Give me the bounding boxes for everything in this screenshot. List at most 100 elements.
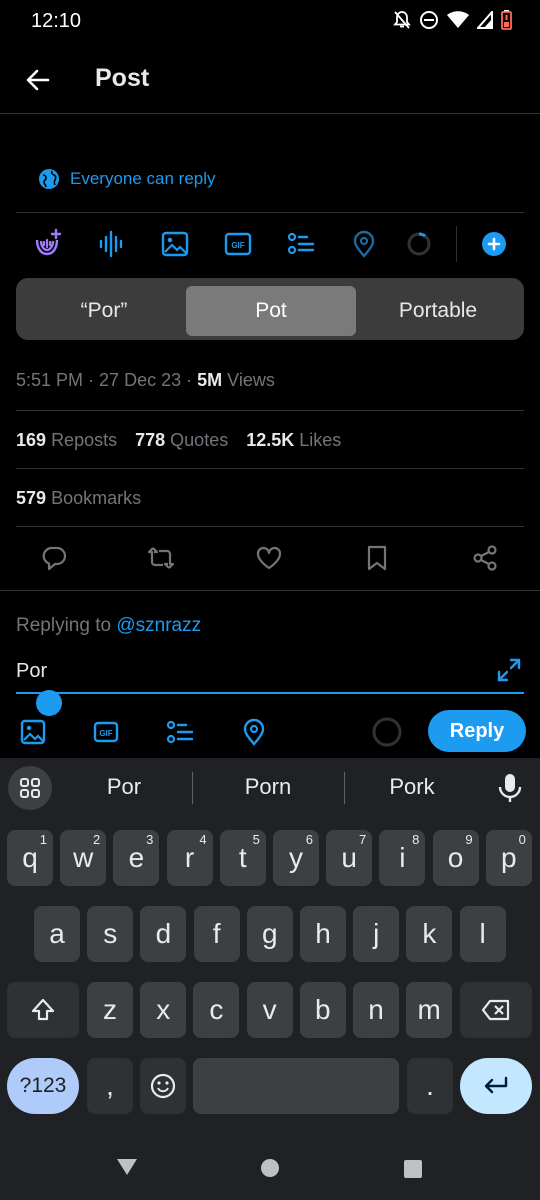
suggestion-item[interactable]: “Por” — [24, 286, 184, 336]
share-icon[interactable] — [471, 544, 499, 572]
key-a[interactable]: a — [34, 906, 80, 962]
key-hint: 1 — [39, 832, 47, 847]
repost-icon[interactable] — [147, 544, 175, 572]
key-u[interactable]: u7 — [326, 830, 373, 886]
key-label: , — [106, 1070, 114, 1101]
back-arrow-icon[interactable] — [24, 66, 52, 94]
key-s[interactable]: s — [87, 906, 134, 962]
home-circle-icon[interactable] — [260, 1158, 280, 1178]
image-icon[interactable] — [160, 228, 190, 260]
keyboard-suggestion[interactable]: Por — [64, 774, 184, 800]
keyboard-suggestion[interactable]: Pork — [352, 774, 472, 800]
key-label: t — [238, 842, 247, 873]
bookmark-icon[interactable] — [363, 544, 391, 572]
space-key[interactable] — [193, 1058, 399, 1114]
key-label: z — [103, 994, 117, 1025]
divider — [16, 468, 524, 469]
key-m[interactable]: m — [406, 982, 453, 1038]
reply-permission[interactable]: Everyone can reply — [38, 168, 216, 190]
do-not-disturb-icon — [420, 11, 438, 29]
key-w[interactable]: w2 — [60, 830, 107, 886]
gif-icon[interactable]: GIF — [223, 228, 253, 260]
poll-icon[interactable] — [166, 718, 194, 746]
key-t[interactable]: t5 — [219, 830, 266, 886]
suggestion-item-selected[interactable]: Pot — [186, 286, 356, 336]
wifi-icon — [447, 11, 469, 28]
toolbar-divider — [456, 226, 457, 262]
poll-icon[interactable] — [286, 228, 316, 260]
suggestion-item[interactable]: Portable — [358, 286, 518, 336]
key-n[interactable]: n — [353, 982, 399, 1038]
key-label: i — [399, 842, 406, 873]
character-counter-icon — [372, 717, 402, 747]
key-label: n — [368, 994, 384, 1025]
key-d[interactable]: d — [140, 906, 187, 962]
key-c[interactable]: c — [193, 982, 240, 1038]
text-cursor-handle[interactable] — [36, 690, 62, 716]
key-label: g — [262, 918, 278, 949]
key-hint: 7 — [358, 832, 367, 847]
key-k[interactable]: k — [406, 906, 453, 962]
svg-text:GIF: GIF — [99, 729, 112, 738]
period-key[interactable]: . — [407, 1058, 453, 1114]
key-j[interactable]: j — [353, 906, 400, 962]
reply-icon[interactable] — [40, 544, 68, 572]
expand-icon[interactable] — [495, 656, 523, 684]
location-icon[interactable] — [349, 228, 379, 260]
symbols-key[interactable]: ?123 — [7, 1058, 79, 1114]
enter-key[interactable] — [460, 1058, 532, 1114]
audio-space-icon[interactable] — [32, 228, 62, 260]
key-z[interactable]: z — [87, 982, 133, 1038]
emoji-key[interactable] — [140, 1058, 186, 1114]
voice-waveform-icon[interactable] — [97, 228, 127, 260]
key-y[interactable]: y6 — [273, 830, 319, 886]
key-g[interactable]: g — [246, 906, 293, 962]
like-icon[interactable] — [255, 544, 283, 572]
key-r[interactable]: r4 — [166, 830, 213, 886]
key-hint: 3 — [146, 832, 154, 847]
add-post-icon[interactable] — [479, 228, 509, 260]
reply-permission-label: Everyone can reply — [70, 169, 216, 188]
key-f[interactable]: f — [193, 906, 240, 962]
recents-square-icon[interactable] — [403, 1159, 423, 1179]
backspace-key[interactable] — [460, 982, 532, 1038]
key-hint: 9 — [465, 832, 473, 847]
key-e[interactable]: e3 — [113, 830, 160, 886]
back-triangle-icon[interactable] — [116, 1158, 138, 1176]
key-o[interactable]: o9 — [432, 830, 479, 886]
key-label: d — [155, 918, 172, 949]
key-p[interactable]: p0 — [485, 830, 532, 886]
likes-stat[interactable]: 12.5K Likes — [246, 430, 341, 451]
location-icon[interactable] — [240, 718, 268, 746]
reposts-stat[interactable]: 169 Reposts — [16, 430, 117, 451]
image-icon[interactable] — [19, 718, 47, 746]
enter-icon — [484, 1076, 508, 1094]
key-q[interactable]: q1 — [7, 830, 53, 886]
emoji-icon — [150, 1073, 176, 1099]
key-v[interactable]: v — [246, 982, 293, 1038]
comma-key[interactable]: , — [87, 1058, 133, 1114]
key-label: q — [22, 842, 38, 873]
gif-icon[interactable]: GIF — [92, 718, 120, 746]
shift-key[interactable] — [7, 982, 79, 1038]
key-label: a — [49, 918, 65, 949]
engagement-stats: 169 Reposts 778 Quotes 12.5K Likes — [16, 430, 341, 451]
input-underline — [16, 692, 524, 694]
reply-input[interactable]: Por — [16, 660, 47, 683]
key-l[interactable]: l — [459, 906, 506, 962]
key-i[interactable]: i8 — [379, 830, 426, 886]
microphone-icon[interactable] — [496, 772, 524, 804]
divider — [16, 410, 524, 411]
key-b[interactable]: b — [299, 982, 346, 1038]
key-label: l — [479, 918, 486, 949]
quotes-stat[interactable]: 778 Quotes — [135, 430, 228, 451]
bookmarks-stat[interactable]: 579 Bookmarks — [16, 488, 141, 509]
apps-grid-icon[interactable] — [8, 766, 52, 810]
key-label: w — [73, 842, 94, 873]
reply-button[interactable]: Reply — [428, 710, 526, 752]
keyboard-suggestion[interactable]: Porn — [200, 774, 336, 800]
replying-handle[interactable]: @sznrazz — [116, 615, 201, 636]
key-x[interactable]: x — [140, 982, 187, 1038]
key-hint: 8 — [412, 832, 420, 847]
key-h[interactable]: h — [300, 906, 346, 962]
